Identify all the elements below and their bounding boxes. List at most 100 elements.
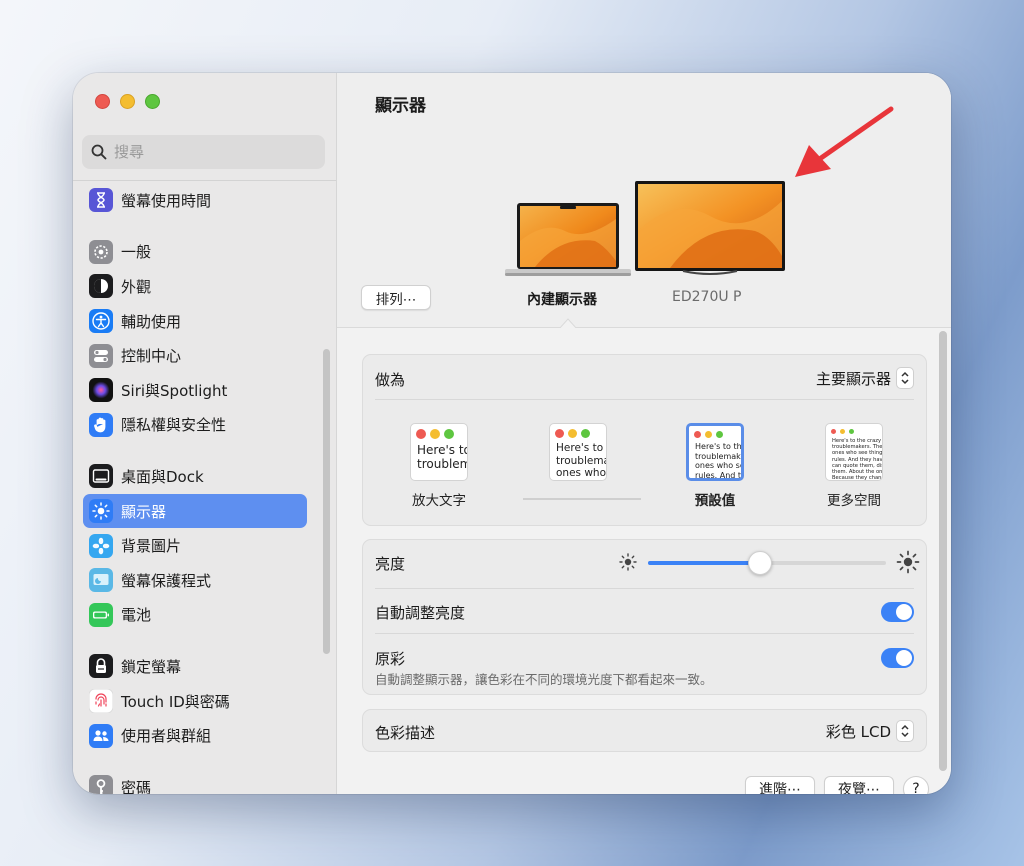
resolution-option[interactable]: Here's to t troublema ones who bbox=[523, 423, 641, 500]
preview-sample-text: ones who see t bbox=[695, 461, 741, 471]
color-profile-popup[interactable]: 彩色 LCD bbox=[826, 720, 914, 742]
true-tone-toggle[interactable] bbox=[881, 648, 914, 668]
sidebar-item-lock[interactable]: 鎖定螢幕 bbox=[83, 649, 307, 684]
preview-sample-text: Because they change th bbox=[832, 475, 882, 481]
lock-icon bbox=[89, 654, 113, 679]
preview-sample-text: Here's to bbox=[417, 443, 468, 457]
slider-track[interactable] bbox=[648, 551, 886, 575]
settings-window: 螢幕使用時間一般外觀輔助使用控制中心 Siri與Spotlight 隱私權與安全性桌… bbox=[73, 73, 951, 794]
brightness-slider[interactable] bbox=[618, 550, 920, 575]
sidebar-item-control-center[interactable]: 控制中心 bbox=[83, 338, 307, 373]
brightness-icon bbox=[89, 499, 113, 524]
close-button[interactable] bbox=[95, 94, 110, 109]
resolution-preview[interactable]: Here's to the crtroublemakers.ones who s… bbox=[686, 423, 744, 481]
sidebar-item-dock[interactable]: 桌面與Dock bbox=[83, 459, 307, 494]
builtin-display-label[interactable]: 內建顯示器 bbox=[527, 289, 597, 309]
resolution-option[interactable]: Here's to the crazy onestroublemakers. T… bbox=[799, 423, 909, 509]
sidebar-list: 螢幕使用時間 一般外觀輔助使用控制中心 Siri與Spotlight 隱私權與安全性桌… bbox=[83, 183, 307, 794]
sidebar-item-hourglass[interactable]: 螢幕使用時間 bbox=[83, 183, 307, 218]
builtin-display-thumbnail[interactable] bbox=[505, 201, 631, 279]
resolution-label: 放大文字 bbox=[412, 493, 466, 509]
sidebar-item-label: 使用者與群組 bbox=[121, 727, 212, 746]
sun-large-icon bbox=[896, 550, 920, 574]
arrange-button[interactable]: 排列⋯ bbox=[361, 285, 431, 310]
brightness-card: 亮度 自動調整亮度 原彩 自動調整顯示器，讓色彩在不同的環境光度下都看起來一致。 bbox=[362, 539, 927, 695]
battery-icon bbox=[89, 602, 113, 627]
fingerprint-icon bbox=[89, 689, 113, 714]
sidebar-item-label: 控制中心 bbox=[121, 347, 182, 366]
sidebar-item-screensaver[interactable]: 螢幕保護程式 bbox=[83, 563, 307, 598]
sidebar-item-users[interactable]: 使用者與群組 bbox=[83, 718, 307, 753]
preview-sample-text: troublemakers. bbox=[695, 451, 741, 461]
preview-sample-text: Here's to t bbox=[556, 442, 607, 454]
auto-brightness-toggle[interactable] bbox=[881, 602, 914, 622]
users-icon bbox=[89, 723, 113, 748]
sidebar-scrollbar[interactable] bbox=[323, 349, 330, 654]
color-profile-value: 彩色 LCD bbox=[825, 722, 891, 741]
sidebar-item-fingerprint[interactable]: Touch ID與密碼 bbox=[83, 684, 307, 719]
siri-icon bbox=[89, 378, 113, 403]
sidebar-item-label: Touch ID與密碼 bbox=[121, 692, 230, 711]
sidebar-item-appearance[interactable]: 外觀 bbox=[83, 269, 307, 304]
sidebar-item-battery[interactable]: 電池 bbox=[83, 598, 307, 633]
advanced-button[interactable]: 進階⋯ bbox=[745, 776, 815, 794]
resolution-option[interactable]: Here's to troublem 放大文字 bbox=[384, 423, 494, 509]
preview-sample-text: troublem bbox=[417, 457, 468, 472]
slider-knob[interactable] bbox=[747, 551, 772, 575]
main-scrollbar[interactable] bbox=[939, 331, 947, 771]
resolution-label: 更多空間 bbox=[827, 493, 881, 509]
resolution-preview[interactable]: Here's to troublem bbox=[410, 423, 468, 481]
sidebar-item-hand[interactable]: 隱私權與安全性 bbox=[83, 408, 307, 443]
sidebar-item-label: 外觀 bbox=[121, 277, 152, 296]
external-display-thumbnail[interactable] bbox=[635, 181, 785, 277]
sidebar-item-label: 鎖定螢幕 bbox=[121, 657, 182, 676]
help-button[interactable]: ? bbox=[903, 776, 929, 794]
row-divider bbox=[375, 633, 914, 634]
use-as-card: 做為 主要顯示器 Here's to troublem 放大文字 Here's to … bbox=[362, 354, 927, 526]
resolution-option[interactable]: Here's to the crtroublemakers.ones who s… bbox=[660, 423, 770, 509]
sidebar-item-key[interactable]: 密碼 bbox=[83, 770, 307, 794]
hourglass-icon bbox=[89, 188, 113, 213]
sidebar-item-brightness[interactable]: 顯示器 bbox=[83, 493, 307, 529]
control-center-icon bbox=[89, 343, 113, 368]
preview-sample-text: troublema bbox=[556, 454, 607, 467]
sidebar-item-label: 輔助使用 bbox=[121, 312, 182, 331]
accessibility-icon bbox=[89, 309, 113, 334]
minimize-button[interactable] bbox=[120, 94, 135, 109]
selection-pointer-icon bbox=[559, 318, 577, 329]
use-as-popup[interactable]: 主要顯示器 bbox=[816, 367, 914, 389]
external-display-label[interactable]: ED270U P bbox=[672, 289, 742, 305]
chevron-updown-icon bbox=[896, 720, 914, 742]
window-dots-icon bbox=[694, 431, 723, 438]
use-as-label: 做為 bbox=[375, 371, 406, 389]
slider-fill bbox=[648, 561, 760, 565]
preview-sample-text: ones who bbox=[556, 467, 607, 480]
search-field[interactable] bbox=[82, 135, 325, 169]
search-input[interactable] bbox=[114, 143, 314, 161]
zoom-button[interactable] bbox=[145, 94, 160, 109]
sidebar-item-wallpaper[interactable]: 背景圖片 bbox=[83, 528, 307, 563]
key-icon bbox=[89, 775, 113, 794]
row-divider bbox=[375, 588, 914, 589]
color-profile-label: 色彩描述 bbox=[375, 724, 436, 742]
preview-sample-text: Here's to the cr bbox=[695, 442, 742, 451]
sidebar-item-label: 隱私權與安全性 bbox=[121, 416, 227, 435]
sidebar-item-label: 密碼 bbox=[121, 778, 152, 794]
night-shift-button[interactable]: 夜覽⋯ bbox=[824, 776, 894, 794]
sidebar: 螢幕使用時間一般外觀輔助使用控制中心 Siri與Spotlight 隱私權與安全性桌… bbox=[73, 73, 337, 794]
main-pane: 顯示器 排列⋯ 內建顯示器 ED270U P 做為 主要顯示器 Here's t… bbox=[337, 73, 951, 794]
sidebar-item-siri[interactable]: Siri與Spotlight bbox=[83, 373, 307, 408]
sidebar-item-gear[interactable]: 一般 bbox=[83, 235, 307, 270]
search-icon bbox=[91, 144, 107, 160]
sidebar-item-accessibility[interactable]: 輔助使用 bbox=[83, 304, 307, 339]
resolution-preview[interactable]: Here's to t troublema ones who bbox=[549, 423, 607, 481]
annotation-arrow-icon bbox=[795, 106, 894, 177]
dock-icon bbox=[89, 464, 113, 489]
color-profile-card: 色彩描述 彩色 LCD bbox=[362, 709, 927, 752]
row-divider bbox=[375, 399, 914, 400]
resolution-preview[interactable]: Here's to the crazy onestroublemakers. T… bbox=[825, 423, 883, 481]
sidebar-item-label: 電池 bbox=[121, 606, 152, 625]
window-controls bbox=[95, 94, 160, 109]
auto-brightness-label: 自動調整亮度 bbox=[375, 604, 466, 622]
